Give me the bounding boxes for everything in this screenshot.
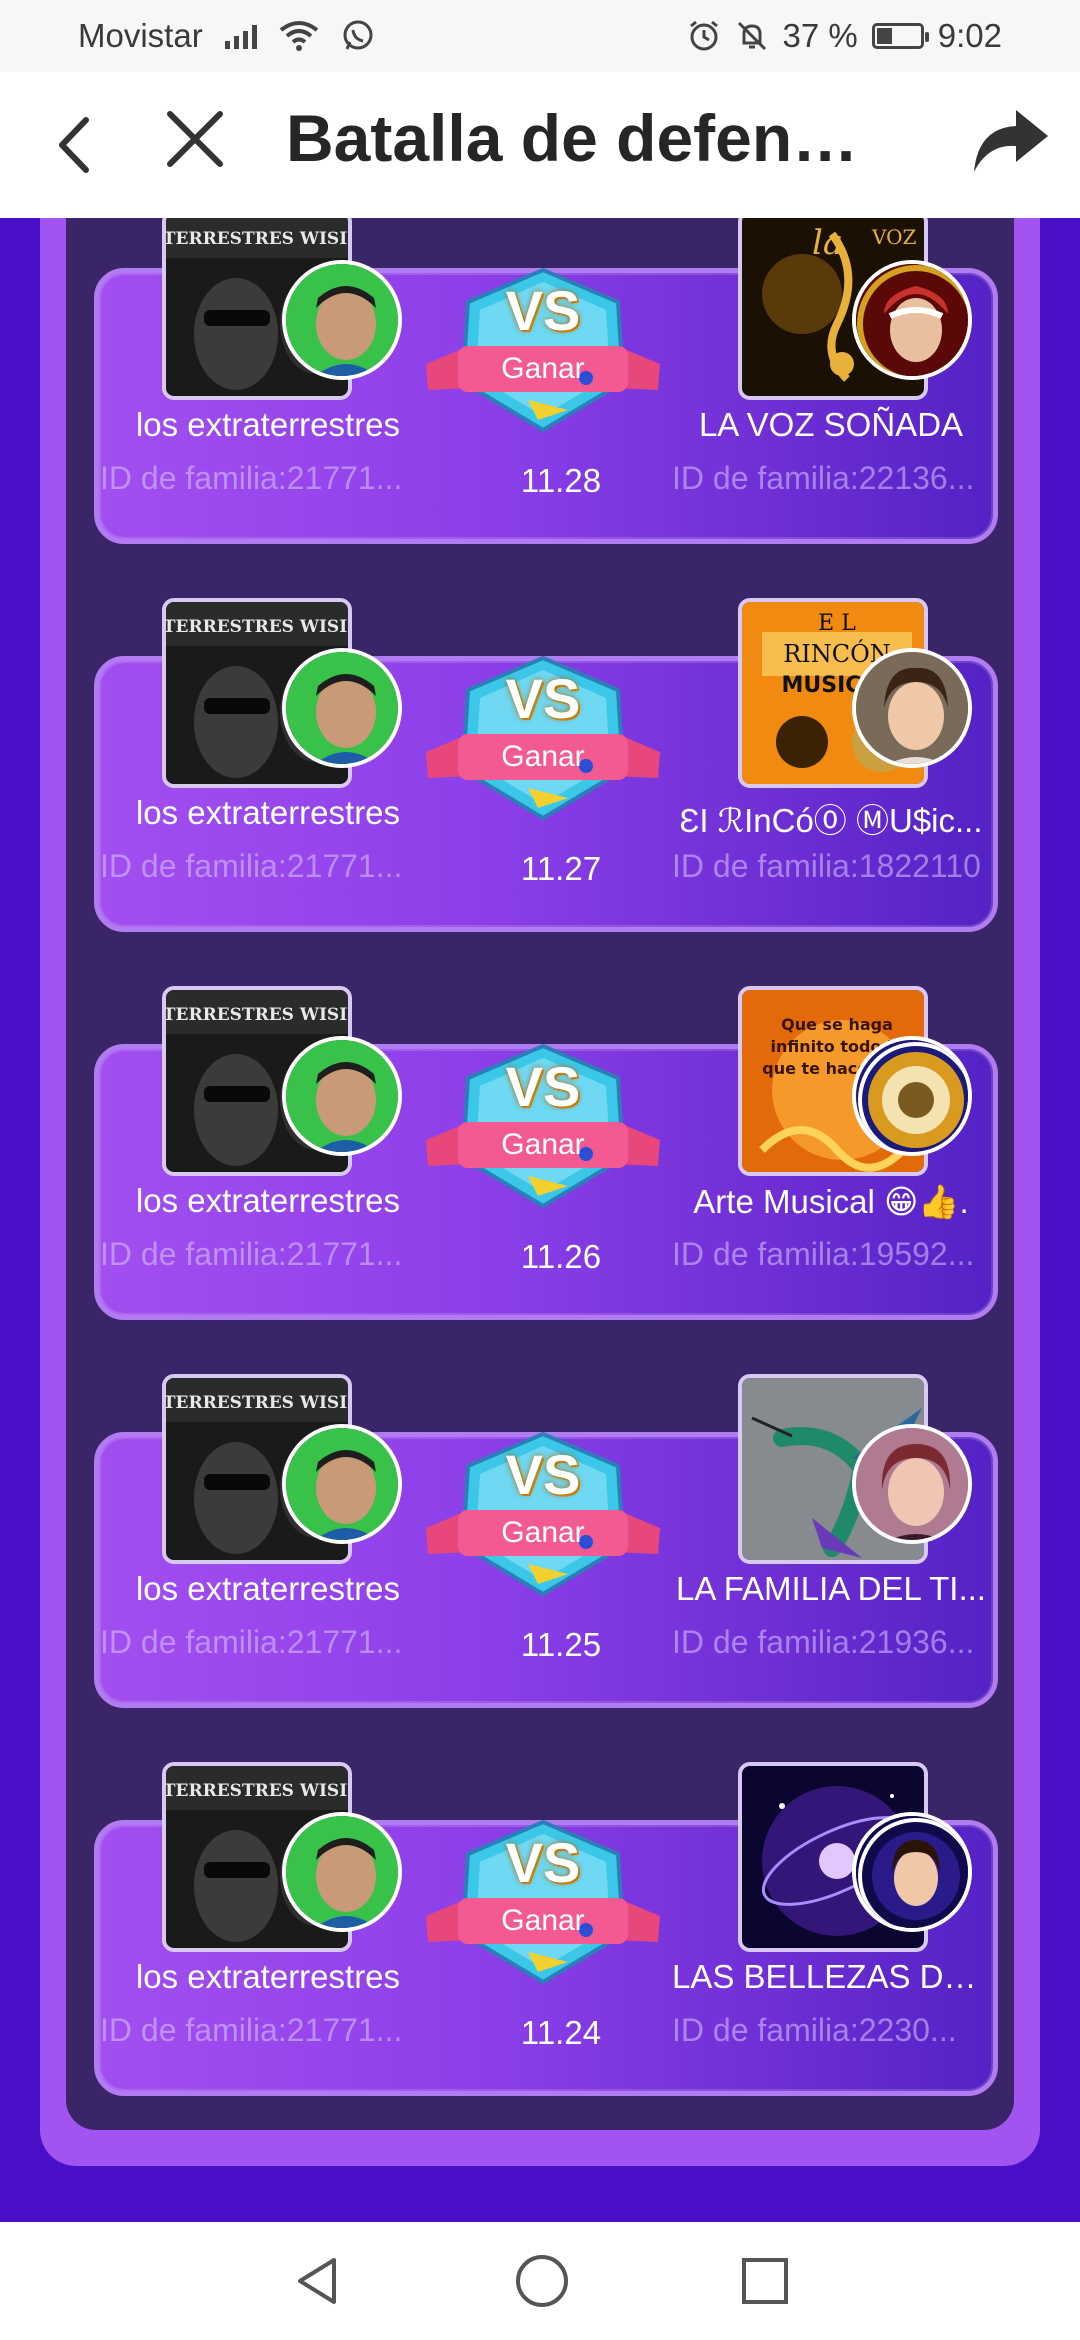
battle-date: 11.28 xyxy=(520,462,602,499)
chevron-left-icon[interactable] xyxy=(46,110,106,180)
whatsapp-icon xyxy=(343,20,373,50)
close-icon[interactable] xyxy=(160,104,230,174)
left-family-avatar xyxy=(282,1036,402,1156)
right-family-avatar xyxy=(852,1424,972,1544)
battle-list-panel: LOS EXTRATERRESTRES WISIN & YANDEL la VOZ xyxy=(40,218,1040,2166)
battle-list[interactable]: LOS EXTRATERRESTRES WISIN & YANDEL la VOZ xyxy=(66,218,1014,2130)
battle-item-5[interactable]: LOS EXTRATERRESTRES WISIN & YANDEL xyxy=(66,1762,1014,2098)
left-family-id: ID de familia:21771... xyxy=(100,1236,403,1272)
right-family-id: ID de familia:22136... xyxy=(672,460,975,496)
svg-text:E L: E L xyxy=(818,611,856,636)
right-family-id: ID de familia:19592... xyxy=(672,1236,975,1272)
battle-date: 11.26 xyxy=(520,1238,602,1275)
vs-badge: VS Ganar xyxy=(418,648,668,838)
svg-text:Que se haga: Que se haga xyxy=(781,1015,893,1034)
svg-text:LOS EXTRATERRESTRES WISIN & YA: LOS EXTRATERRESTRES WISIN & YANDEL xyxy=(166,1781,352,1801)
right-family-id: ID de familia:2230... xyxy=(672,2012,957,2048)
left-family-name: los extraterrestres xyxy=(135,794,401,831)
result-label: Ganar xyxy=(501,740,585,773)
status-bar: Movistar 37 % 9:02 xyxy=(0,0,1080,72)
left-family-id: ID de familia:21771... xyxy=(100,1624,403,1660)
app-header: Batalla de defen… xyxy=(0,72,1080,218)
battle-item-2[interactable]: LOS EXTRATERRESTRES WISIN & YANDEL E LRI… xyxy=(66,598,1014,934)
vs-badge: VS Ganar xyxy=(418,1812,668,2002)
left-family-name: los extraterrestres xyxy=(135,1182,401,1219)
battery-percent: 37 % xyxy=(782,17,858,54)
result-label: Ganar xyxy=(501,352,585,385)
page-title: Batalla de defen… xyxy=(286,101,859,175)
svg-text:LOS EXTRATERRESTRES WISIN & YA: LOS EXTRATERRESTRES WISIN & YANDEL xyxy=(166,229,352,249)
vs-badge: VS Ganar xyxy=(418,260,668,450)
battery-icon xyxy=(871,23,929,49)
result-label: Ganar xyxy=(501,1128,585,1161)
battle-item-3[interactable]: LOS EXTRATERRESTRES WISIN & YANDEL Que s… xyxy=(66,986,1014,1322)
mute-icon xyxy=(737,21,766,51)
wifi-icon xyxy=(279,21,318,51)
left-family-avatar xyxy=(282,1812,402,1932)
right-family-id: ID de familia:1822110 xyxy=(672,848,981,884)
home-circle-icon[interactable] xyxy=(514,2253,570,2309)
left-family-avatar xyxy=(282,1424,402,1544)
svg-text:LOS EXTRATERRESTRES WISIN & YA: LOS EXTRATERRESTRES WISIN & YANDEL xyxy=(166,617,352,637)
left-family-name: los extraterrestres xyxy=(135,1570,401,1607)
alarm-icon xyxy=(689,20,718,51)
right-family-name: LA VOZ SOÑADA xyxy=(698,406,964,443)
vs-label: VS xyxy=(505,279,581,342)
left-family-name: los extraterrestres xyxy=(135,1958,401,1995)
vs-label: VS xyxy=(505,1831,581,1894)
left-family-id: ID de familia:21771... xyxy=(100,848,403,884)
battle-date: 11.24 xyxy=(520,2014,602,2051)
left-family-id: ID de familia:21771... xyxy=(100,460,403,496)
right-family-name: LAS BELLEZAS DE... xyxy=(672,1958,990,1995)
right-family-name: Arte Musical 😁👍. xyxy=(693,1183,969,1220)
right-family-name: LA FAMILIA DEL TI... xyxy=(676,1570,986,1607)
svg-text:LOS EXTRATERRESTRES WISIN & YA: LOS EXTRATERRESTRES WISIN & YANDEL xyxy=(166,1005,352,1025)
result-label: Ganar xyxy=(501,1904,585,1937)
signal-icon xyxy=(224,23,257,49)
recents-square-icon[interactable] xyxy=(740,2256,790,2306)
vs-label: VS xyxy=(505,1443,581,1506)
right-family-avatar xyxy=(852,648,972,768)
carrier-label: Movistar xyxy=(78,17,203,54)
result-label: Ganar xyxy=(501,1516,585,1549)
battle-item-1[interactable]: LOS EXTRATERRESTRES WISIN & YANDEL la VOZ xyxy=(66,218,1014,546)
right-family-avatar xyxy=(852,1036,972,1156)
clock: 9:02 xyxy=(937,17,1002,54)
right-family-avatar xyxy=(852,1812,972,1932)
vs-label: VS xyxy=(505,667,581,730)
left-family-avatar xyxy=(282,260,402,380)
battle-date: 11.25 xyxy=(520,1626,602,1663)
right-family-name: ƐI ℛInCó⓪ ⓂU$ic... xyxy=(679,802,983,839)
vs-label: VS xyxy=(505,1055,581,1118)
right-family-id: ID de familia:21936... xyxy=(672,1624,975,1660)
svg-text:la: la xyxy=(812,223,843,263)
right-family-avatar xyxy=(852,260,972,380)
battle-item-4[interactable]: LOS EXTRATERRESTRES WISIN & YANDEL xyxy=(66,1374,1014,1710)
battle-date: 11.27 xyxy=(520,850,602,887)
share-icon[interactable] xyxy=(970,106,1050,176)
svg-text:LOS EXTRATERRESTRES WISIN & YA: LOS EXTRATERRESTRES WISIN & YANDEL xyxy=(166,1393,352,1413)
system-nav-bar xyxy=(0,2222,1080,2340)
vs-badge: VS Ganar xyxy=(418,1424,668,1614)
svg-text:VOZ: VOZ xyxy=(871,225,916,249)
left-family-id: ID de familia:21771... xyxy=(100,2012,403,2048)
left-family-name: los extraterrestres xyxy=(135,406,401,443)
vs-badge: VS Ganar xyxy=(418,1036,668,1226)
left-family-avatar xyxy=(282,648,402,768)
back-triangle-icon[interactable] xyxy=(290,2254,344,2308)
